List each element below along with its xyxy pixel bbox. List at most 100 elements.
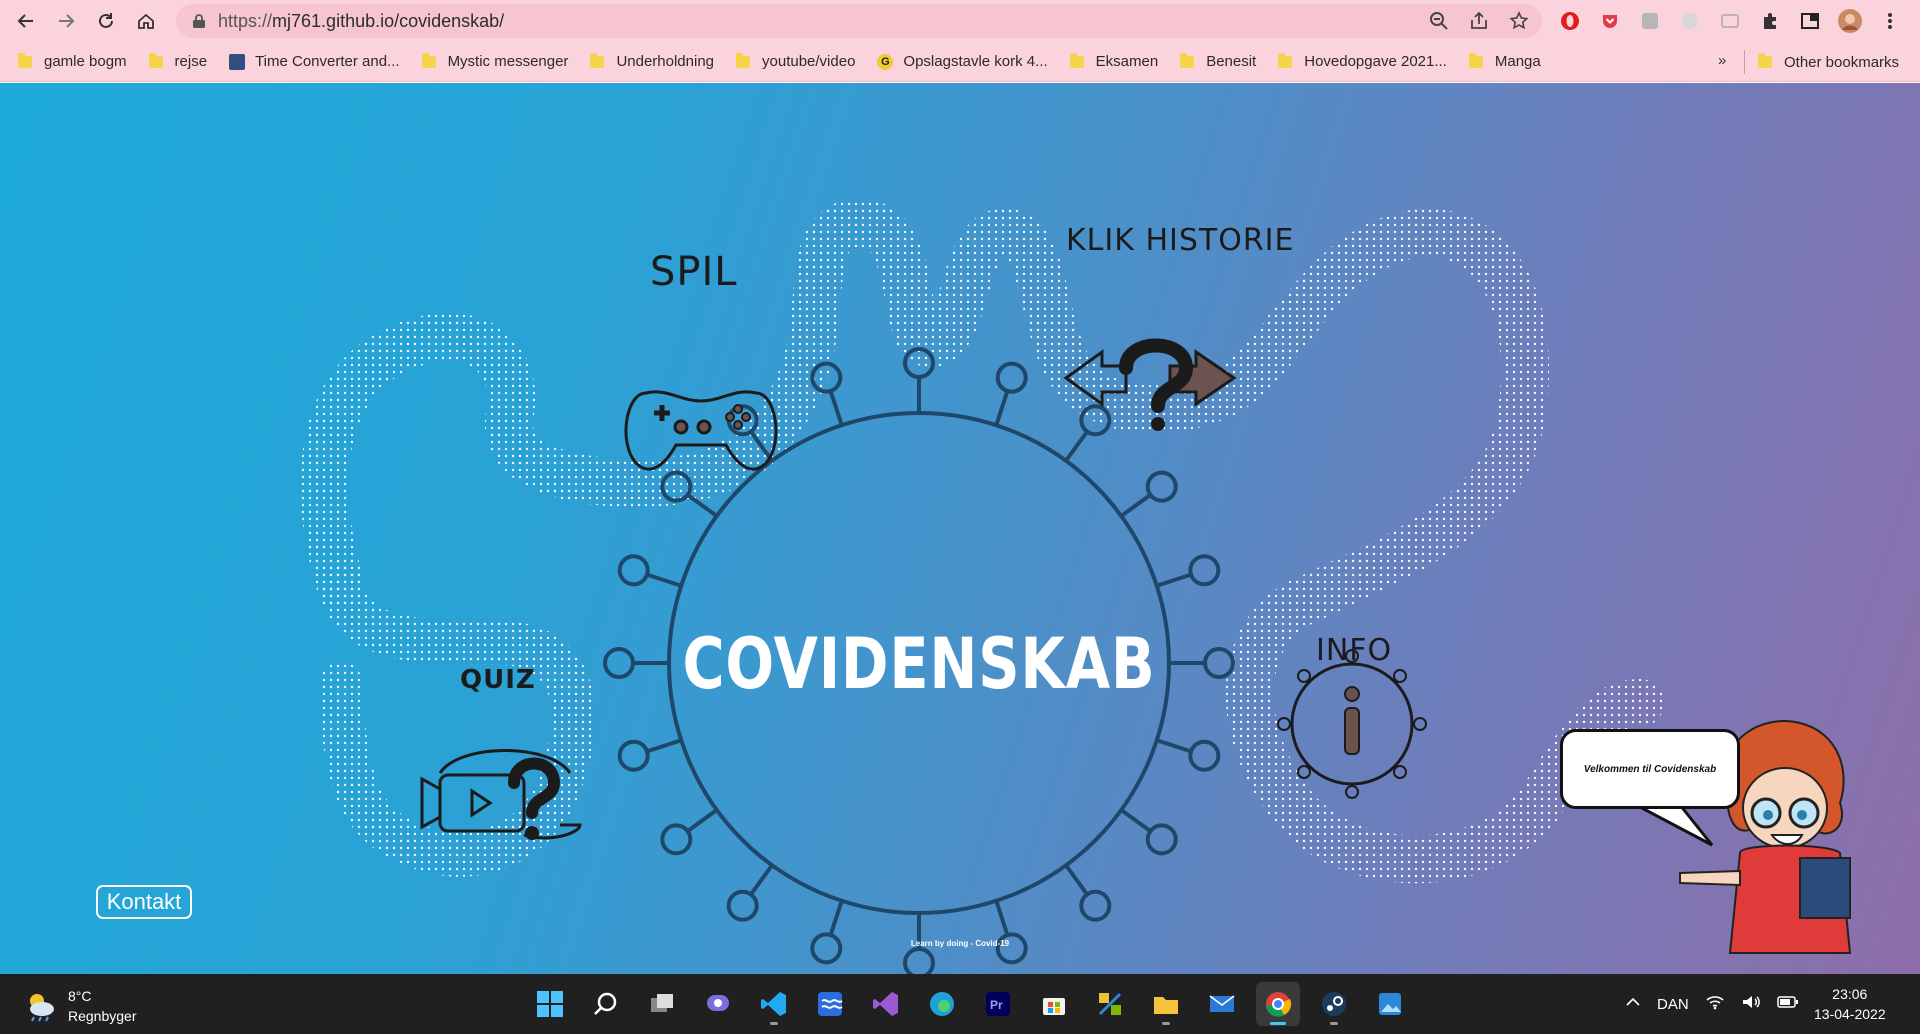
volume-icon[interactable]	[1741, 994, 1761, 1014]
reload-icon	[99, 13, 113, 28]
folder-icon	[736, 52, 751, 68]
speech-bubble-text: Velkommen til Covidenskab	[1583, 763, 1717, 775]
home-icon	[138, 13, 154, 29]
virus-spike	[1064, 864, 1090, 898]
speech-bubble-tail	[1634, 803, 1714, 847]
pocket-icon[interactable]	[1595, 6, 1625, 36]
opera-icon[interactable]	[1555, 6, 1585, 36]
folder-icon	[18, 52, 32, 68]
kontakt-button[interactable]: Kontakt	[96, 885, 192, 919]
store-button[interactable]	[1032, 982, 1076, 1026]
taskbar-search[interactable]	[584, 982, 628, 1026]
bookmark-item[interactable]: Hovedopgave 2021...	[1278, 52, 1447, 70]
menu-info[interactable]: INFO	[1316, 633, 1392, 668]
bookmark-item[interactable]: G Opslagstavle kork 4...	[877, 53, 1048, 70]
virus-spike	[748, 864, 774, 898]
zoom-icon[interactable]	[1426, 8, 1452, 34]
virus-spike-head	[660, 823, 693, 856]
taskbar-clock[interactable]: 23:06 13-04-2022	[1814, 984, 1886, 1024]
bookmark-item[interactable]: Benesit	[1180, 52, 1256, 70]
premiere-icon: Pr	[986, 992, 1010, 1016]
page-title: COVIDENSKAB	[682, 623, 1156, 705]
mail-icon	[1209, 995, 1235, 1012]
virus-spike-head	[1145, 470, 1178, 503]
extension-a-icon[interactable]	[1635, 6, 1665, 36]
menu-quiz[interactable]: QUIZ	[460, 665, 536, 695]
visual-studio-button[interactable]	[864, 982, 908, 1026]
reload-button[interactable]	[86, 2, 126, 40]
battery-icon[interactable]	[1776, 994, 1799, 1014]
arrow-left-icon	[17, 14, 33, 28]
start-button[interactable]	[528, 982, 572, 1026]
page-artwork	[300, 198, 1852, 974]
bookmark-item[interactable]: Time Converter and...	[229, 53, 400, 70]
language-indicator[interactable]: DAN	[1657, 996, 1689, 1013]
puzzle-icon[interactable]	[1755, 6, 1785, 36]
mail-button[interactable]	[1200, 982, 1244, 1026]
chevron-up-icon[interactable]	[1625, 994, 1641, 1014]
menu-kebab-icon[interactable]	[1875, 6, 1905, 36]
share-icon[interactable]	[1466, 8, 1492, 34]
weather-widget[interactable]: 8°C Regnbyger	[24, 986, 137, 1026]
folder-icon	[1069, 52, 1084, 68]
bookmarks-overflow-button[interactable]: »	[1718, 52, 1726, 69]
virus-spike	[644, 572, 682, 588]
footer-tagline: Learn by doing - Covid-19	[910, 939, 1010, 948]
folder-icon	[421, 52, 436, 68]
bookmarks-bar: gamle bogm rejse Time Converter and... M…	[0, 42, 1920, 82]
virus-spike-head	[1079, 889, 1112, 922]
tab-search-icon[interactable]	[1795, 6, 1825, 36]
other-bookmarks-button[interactable]: Other bookmarks	[1758, 42, 1899, 82]
task-view-button[interactable]	[640, 982, 684, 1026]
menu-spil[interactable]: SPIL	[650, 249, 738, 295]
edge-icon	[930, 992, 954, 1016]
chrome-button[interactable]	[1256, 982, 1300, 1026]
photos-button[interactable]	[1368, 982, 1412, 1026]
home-button[interactable]	[126, 2, 166, 40]
extension-card-icon[interactable]	[1715, 6, 1745, 36]
snipping-button[interactable]	[1088, 982, 1132, 1026]
edge-button[interactable]	[920, 982, 964, 1026]
address-bar[interactable]: https://mj761.github.io/covidenskab/	[176, 4, 1542, 38]
star-icon[interactable]	[1506, 8, 1532, 34]
bookmark-item[interactable]: rejse	[148, 52, 207, 70]
folder-icon	[1154, 997, 1178, 1014]
steam-button[interactable]	[1312, 982, 1356, 1026]
app-wave-button[interactable]	[808, 982, 852, 1026]
virus-spike-head	[1188, 739, 1221, 772]
clock-time: 23:06	[1832, 986, 1868, 1002]
virus-spike-head	[903, 947, 935, 974]
chat-icon	[707, 995, 729, 1011]
windows-logo-icon	[537, 991, 563, 1017]
vscode-icon	[761, 992, 786, 1016]
virus-spike	[1120, 492, 1154, 518]
windows-taskbar: 8°C Regnbyger Pr DAN 23:06 13-04-2022	[0, 974, 1920, 1034]
bookmark-item[interactable]: youtube/video	[736, 52, 855, 70]
weather-temperature: 8°C	[68, 988, 92, 1004]
premiere-button[interactable]: Pr	[976, 982, 1020, 1026]
timeconverter-icon	[229, 53, 246, 70]
vscode-button[interactable]	[752, 982, 796, 1026]
extension-c-icon[interactable]	[1675, 6, 1705, 36]
forward-button[interactable]	[46, 2, 86, 40]
virus-spike-head	[617, 739, 650, 772]
bookmark-item[interactable]: Underholdning	[590, 52, 714, 70]
bookmark-item[interactable]: Eksamen	[1069, 52, 1158, 70]
wifi-icon[interactable]	[1705, 994, 1725, 1014]
arrow-right-icon	[59, 14, 75, 28]
file-explorer-button[interactable]	[1144, 982, 1188, 1026]
folder-icon	[1278, 52, 1293, 68]
virus-spike-head	[1145, 823, 1178, 856]
profile-avatar[interactable]	[1835, 6, 1865, 36]
photos-icon	[1379, 993, 1401, 1015]
bookmark-item[interactable]: Manga	[1468, 52, 1541, 70]
virus-spike	[1120, 808, 1154, 834]
back-button[interactable]	[6, 2, 46, 40]
speech-bubble: Velkommen til Covidenskab	[1560, 729, 1740, 809]
virus-spike-head	[1188, 554, 1221, 587]
bookmark-item[interactable]: gamle bogm	[18, 52, 127, 70]
teams-chat-button[interactable]	[696, 982, 740, 1026]
steam-icon	[1322, 992, 1346, 1016]
bookmark-item[interactable]: Mystic messenger	[421, 52, 568, 70]
menu-klik-historie[interactable]: KLIK HISTORIE	[1066, 223, 1294, 258]
